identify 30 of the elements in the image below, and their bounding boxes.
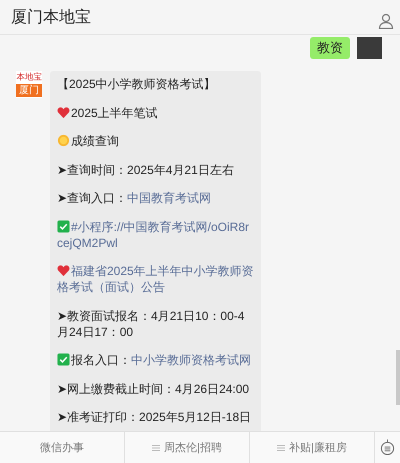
heart-icon	[57, 106, 70, 118]
person-icon[interactable]	[378, 13, 394, 29]
window-title: 厦门本地宝	[11, 8, 91, 28]
menu-item[interactable]: 微信办事	[0, 432, 125, 463]
message-text: ➤网上缴费截止时间：4月26日24:00	[57, 382, 250, 396]
logo-avatar: 本地宝 厦门	[16, 71, 42, 98]
message-text: 报名入口：	[71, 353, 131, 367]
menu-item[interactable]: 周杰伦|招聘	[125, 432, 250, 463]
message-text: ➤查询入口：	[57, 191, 128, 205]
check-icon	[57, 353, 70, 366]
menu-icon	[152, 444, 160, 452]
menu-item[interactable]: 补贴|廉租房	[250, 432, 375, 463]
message-text: ➤准考证打印：2025年5月12日-18日	[57, 410, 252, 424]
link[interactable]: #小程序://中国教育考试网/oOiR8rcejQM2Pwl	[57, 218, 255, 250]
check-icon	[57, 220, 70, 232]
menu-icon	[277, 444, 286, 452]
link[interactable]: 中国教育考试网	[127, 191, 212, 205]
link[interactable]: 中小学教师资格考试网	[131, 353, 251, 367]
sun-icon	[57, 134, 70, 147]
message-text: 2025上半年笔试	[71, 106, 158, 120]
message-bubble: 教资	[310, 37, 350, 59]
keyboard-toggle-icon[interactable]	[380, 439, 395, 456]
photo-placeholder	[357, 37, 382, 59]
link[interactable]: 福建省2025年上半年中小学教师资格考试（面试）公告	[57, 263, 255, 295]
message-text: 成绩查询	[71, 134, 119, 148]
message-text: ➤教资面试报名：4月21日10：00-4月24日17：00	[57, 308, 244, 338]
scrollbar[interactable]	[396, 350, 400, 405]
heart-icon	[57, 264, 70, 277]
message-text: 【2025中小学教师资格考试】	[57, 77, 216, 91]
message-text: ➤查询时间：2025年4月21日左右	[57, 162, 234, 176]
